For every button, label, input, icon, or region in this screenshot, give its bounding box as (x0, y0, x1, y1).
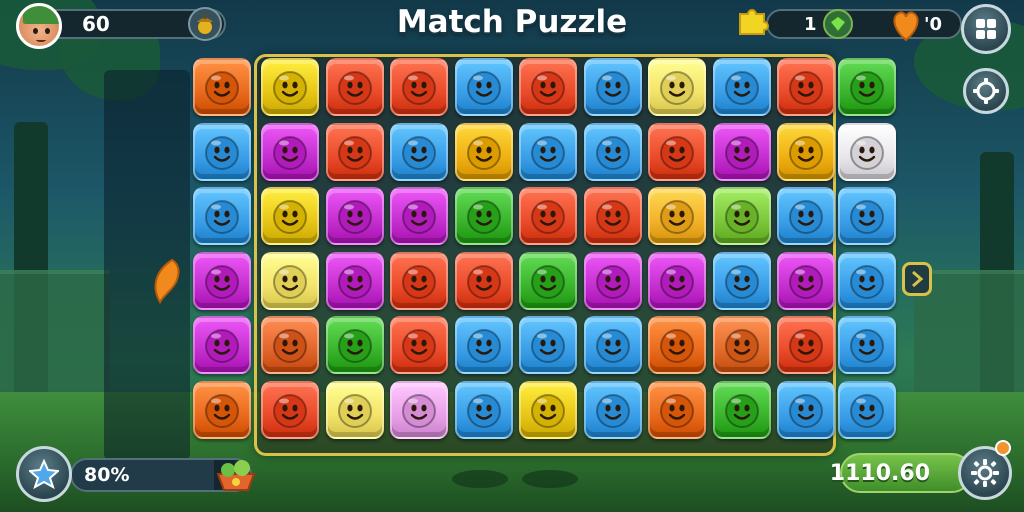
heart-side-icon[interactable] (150, 258, 182, 306)
board-tile[interactable] (712, 316, 771, 374)
board-tile[interactable] (454, 316, 513, 374)
board-tile[interactable] (390, 122, 448, 181)
side-tile-right[interactable] (838, 122, 896, 181)
menu-button[interactable] (961, 4, 1011, 54)
side-tile-left[interactable] (193, 316, 251, 374)
gem-icon[interactable] (822, 9, 853, 39)
board-tile[interactable] (519, 316, 577, 374)
board-tile[interactable] (454, 251, 513, 310)
refresh-button[interactable] (963, 68, 1009, 114)
side-tile-right[interactable] (838, 187, 896, 245)
board-tile[interactable] (261, 58, 319, 116)
board-tile[interactable] (325, 122, 384, 181)
star-icon (29, 459, 59, 489)
board-tile[interactable] (454, 58, 513, 116)
board-tile[interactable] (390, 187, 448, 245)
score-display: 1110.60 (830, 453, 972, 493)
board-tile[interactable] (390, 316, 448, 374)
notification-badge (995, 440, 1011, 456)
board-tile[interactable] (261, 187, 319, 245)
board-tile[interactable] (325, 251, 384, 310)
progress-text: 80% (84, 464, 130, 486)
board-tile[interactable] (777, 122, 835, 181)
board-tile[interactable] (777, 316, 835, 374)
board-tile[interactable] (777, 251, 835, 310)
side-tile-right[interactable] (838, 380, 896, 439)
board-tile[interactable] (325, 380, 384, 439)
board-tile[interactable] (454, 122, 513, 181)
board-tile[interactable] (583, 187, 642, 245)
board-tile[interactable] (261, 316, 319, 374)
board-tile[interactable] (261, 380, 319, 439)
board-tile[interactable] (325, 58, 384, 116)
board-tile[interactable] (648, 58, 706, 116)
resource-value-2: '0 (923, 13, 942, 35)
board-tile[interactable] (648, 316, 706, 374)
board-tile[interactable] (777, 380, 835, 439)
board-tile[interactable] (519, 380, 577, 439)
gear-icon (971, 459, 999, 487)
side-tile-right[interactable] (838, 316, 896, 374)
board-tile[interactable] (261, 251, 319, 310)
refresh-icon (973, 78, 999, 104)
board-tile[interactable] (583, 58, 642, 116)
board-tile[interactable] (583, 380, 642, 439)
chevron-right-icon (912, 270, 924, 288)
board-tile[interactable] (712, 380, 771, 439)
board-tile[interactable] (712, 122, 771, 181)
board-tile[interactable] (261, 122, 319, 181)
board-tile[interactable] (712, 58, 771, 116)
board-tile[interactable] (519, 122, 577, 181)
board-tile[interactable] (648, 380, 706, 439)
board-tile[interactable] (777, 58, 835, 116)
board-tile[interactable] (325, 187, 384, 245)
resource-value-1: 1 (804, 13, 817, 35)
player-avatar[interactable] (16, 3, 62, 49)
board-tile[interactable] (583, 251, 642, 310)
board-tile[interactable] (712, 251, 771, 310)
board-tile[interactable] (583, 122, 642, 181)
board-tile[interactable] (648, 122, 706, 181)
side-tile-left[interactable] (193, 251, 251, 310)
board-tile[interactable] (390, 251, 448, 310)
side-tile-left[interactable] (193, 380, 251, 439)
fruit-basket-icon[interactable] (214, 452, 258, 494)
board-tile[interactable] (648, 251, 706, 310)
side-tile-left[interactable] (193, 122, 251, 181)
board-tile[interactable] (519, 58, 577, 116)
board-tile[interactable] (454, 187, 513, 245)
board-tile[interactable] (390, 380, 448, 439)
board-tile[interactable] (519, 187, 577, 245)
heart-icon (893, 11, 919, 42)
score-value: 1110.60 (829, 460, 930, 486)
side-tile-right[interactable] (838, 251, 896, 310)
board-tile[interactable] (454, 380, 513, 439)
next-arrow-button[interactable] (902, 262, 932, 296)
side-tile-left[interactable] (193, 187, 251, 245)
ground-shadow (452, 470, 508, 488)
board-tile[interactable] (648, 187, 706, 245)
board-tile[interactable] (519, 251, 577, 310)
grid-menu-icon (976, 19, 996, 39)
board-tile[interactable] (712, 187, 771, 245)
board-tile[interactable] (390, 58, 448, 116)
star-button[interactable] (16, 446, 72, 502)
puzzle-piece-icon (739, 9, 769, 35)
resource-counter: 1 '0 (766, 9, 962, 39)
board-tile[interactable] (325, 316, 384, 374)
board-tile[interactable] (583, 316, 642, 374)
side-tile-right[interactable] (838, 58, 896, 116)
side-tile-left[interactable] (193, 58, 251, 116)
ground-shadow (522, 470, 578, 488)
board-tile[interactable] (777, 187, 835, 245)
